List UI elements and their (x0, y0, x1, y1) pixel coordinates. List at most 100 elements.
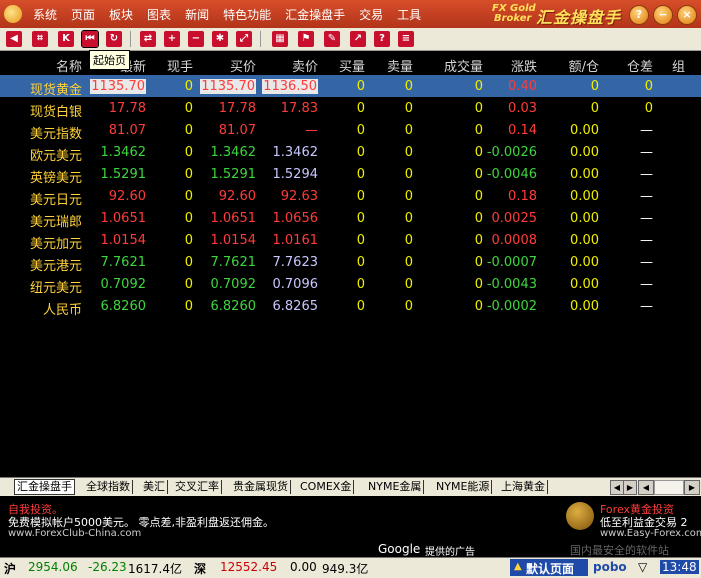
zoom-in-icon[interactable]: + (164, 31, 180, 47)
cell-change: 0.0025 (491, 211, 538, 226)
pobo-label: pobo (593, 560, 627, 574)
ad-url[interactable]: www.ForexClub-China.com (8, 528, 141, 539)
back-icon[interactable]: ◀ (6, 31, 22, 47)
table-row[interactable]: 美元港元 7.7621 0 7.7621 7.7623 0 0 0 -0.0007 0.00— (0, 251, 701, 274)
default-page-button[interactable]: ▲ 默认页面 (510, 559, 588, 576)
chart-icon[interactable]: ▦ (272, 31, 288, 47)
settings-icon[interactable]: ✱ (212, 31, 228, 47)
cell-last: 81.07 (108, 123, 146, 138)
info-icon[interactable]: ≡ (398, 31, 414, 47)
tab-nyme-metal[interactable]: NYME金属 (366, 480, 425, 494)
menu-sector[interactable]: 板块 (109, 6, 133, 23)
menu-trade[interactable]: 交易 (359, 6, 383, 23)
cell-diff: — (640, 299, 653, 314)
tab-cross-rate[interactable]: 交叉汇率 (173, 480, 222, 494)
table-row[interactable]: 欧元美元 1.3462 0 1.3462 1.3462 0 0 0 -0.0026 0.00— (0, 141, 701, 164)
zoom-out-icon[interactable]: − (188, 31, 204, 47)
tab-nyme-energy[interactable]: NYME能源 (434, 480, 493, 494)
col-volume[interactable]: 成交量 (444, 56, 483, 75)
table-row[interactable]: 现货黄金 1135.70 0 1135.70 1136.50 0 0 0 0.40 0 0 (0, 75, 701, 98)
tab-usd[interactable]: 美汇 (141, 480, 168, 494)
help-button[interactable]: ? (629, 5, 649, 25)
menu-features[interactable]: 特色功能 (223, 6, 271, 23)
menu-system[interactable]: 系统 (33, 6, 57, 23)
tab-prev-icon[interactable]: ◀ (610, 480, 624, 495)
status-bar: 沪 2954.06 -26.23 1617.4亿 深 12552.45 0.00… (0, 557, 701, 578)
cell-last: 7.7621 (100, 255, 147, 270)
arrow-icon[interactable]: ↗ (350, 31, 366, 47)
col-bid-vol[interactable]: 买量 (339, 56, 365, 75)
sh-amount: 1617.4亿 (128, 562, 182, 576)
col-hand[interactable]: 现手 (167, 56, 193, 75)
cell-ask-vol: 0 (404, 211, 413, 226)
cell-diff: 0 (644, 79, 653, 94)
cell-name: 美元瑞郎 (29, 215, 82, 230)
grid-icon[interactable]: ⌗ (32, 31, 48, 47)
table-row[interactable]: 美元加元 1.0154 0 1.0154 1.0161 0 0 0 0.0008 0.00 — (0, 229, 701, 252)
cell-bid: 6.8260 (210, 299, 257, 314)
col-ask[interactable]: 卖价 (292, 56, 318, 75)
col-name[interactable]: 名称 (56, 56, 82, 75)
tab-next-icon[interactable]: ▶ (623, 480, 637, 495)
menu-news[interactable]: 新闻 (185, 6, 209, 23)
cell-name: 英镑美元 (29, 171, 82, 186)
col-diff[interactable]: 仓差 (627, 56, 653, 75)
sync-icon[interactable]: ⇄ (140, 31, 156, 47)
table-row[interactable]: 英镑美元 1.5291 0 1.5291 1.5294 0 0 0 -0.0046 0.00— (0, 163, 701, 186)
cell-amount: 0 (590, 101, 599, 116)
google-logo: Google (378, 542, 421, 556)
cell-change: 0.14 (508, 123, 537, 138)
col-ask-vol[interactable]: 卖量 (387, 56, 413, 75)
sh-label: 沪 (4, 562, 17, 576)
export-icon[interactable]: ⤢ (236, 31, 252, 47)
col-group[interactable]: 组 (672, 56, 685, 75)
menu-chart[interactable]: 图表 (147, 6, 171, 23)
cell-ask-vol: 0 (404, 255, 413, 270)
table-row[interactable]: 美元指数 81.07 0 81.07 — 0 0 0 0.14 0.00 — (0, 119, 701, 142)
col-amount[interactable]: 额/仓 (569, 56, 599, 75)
cell-name: 现货白银 (29, 105, 82, 120)
tab-global-index[interactable]: 全球指数 (84, 480, 133, 494)
cell-hand: 0 (184, 189, 193, 204)
scroll-left-icon[interactable]: ◀ (638, 480, 654, 495)
kline-icon[interactable]: K (58, 31, 74, 47)
tab-comex-gold[interactable]: COMEX金 (298, 480, 355, 494)
help-icon[interactable]: ? (374, 31, 390, 47)
close-button[interactable]: × (677, 5, 697, 25)
h-scrollbar[interactable] (654, 480, 684, 495)
cell-ask-vol: 0 (404, 233, 413, 248)
col-change[interactable]: 涨跌 (511, 56, 537, 75)
sz-index: 12552.45 (220, 560, 278, 574)
col-bid[interactable]: 买价 (230, 56, 256, 75)
table-row[interactable]: 美元日元 92.60 0 92.60 92.63 0 0 0 0.18 0.00 — (0, 185, 701, 208)
cell-volume: 0 (474, 211, 483, 226)
cell-bid-vol: 0 (356, 299, 365, 314)
refresh-icon[interactable]: ↻ (106, 31, 122, 47)
cell-name: 纽元美元 (29, 281, 82, 296)
home-page-icon[interactable]: ⏮ (81, 30, 99, 48)
table-row[interactable]: 人民币 6.8260 0 6.8260 6.8265 0 0 0 -0.0002 0.00— (0, 295, 701, 318)
sz-amount: 949.3亿 (322, 562, 369, 576)
cell-hand: 0 (184, 277, 193, 292)
table-row[interactable]: 现货白银 17.78 0 17.78 17.83 0 0 0 0.03 0 0 (0, 97, 701, 120)
cell-hand: 0 (184, 101, 193, 116)
minimize-button[interactable]: − (653, 5, 673, 25)
tab-trader[interactable]: 汇金操盘手 (14, 479, 75, 495)
scroll-right-icon[interactable]: ▶ (684, 480, 700, 495)
menu-trader[interactable]: 汇金操盘手 (285, 6, 345, 23)
watermark-text: 国内最安全的软件站 (570, 544, 669, 557)
mascot-icon (566, 502, 594, 530)
alert-icon[interactable]: ⚑ (298, 31, 314, 47)
menu-page[interactable]: 页面 (71, 6, 95, 23)
tab-shanghai-gold[interactable]: 上海黄金 (499, 480, 548, 494)
app-logo-icon (4, 5, 22, 23)
ad-right-url[interactable]: www.Easy-Forex.com (600, 528, 701, 539)
table-row[interactable]: 美元瑞郎 1.0651 0 1.0651 1.0656 0 0 0 0.0025 0.00 — (0, 207, 701, 230)
table-row[interactable]: 纽元美元 0.7092 0 0.7092 0.7096 0 0 0 -0.0043 0.00— (0, 273, 701, 296)
cell-diff: 0 (644, 101, 653, 116)
cell-bid-vol: 0 (356, 211, 365, 226)
tab-precious-metal[interactable]: 贵金属现货 (231, 480, 291, 494)
menu-tools[interactable]: 工具 (397, 6, 421, 23)
cell-hand: 0 (184, 123, 193, 138)
edit-icon[interactable]: ✎ (324, 31, 340, 47)
